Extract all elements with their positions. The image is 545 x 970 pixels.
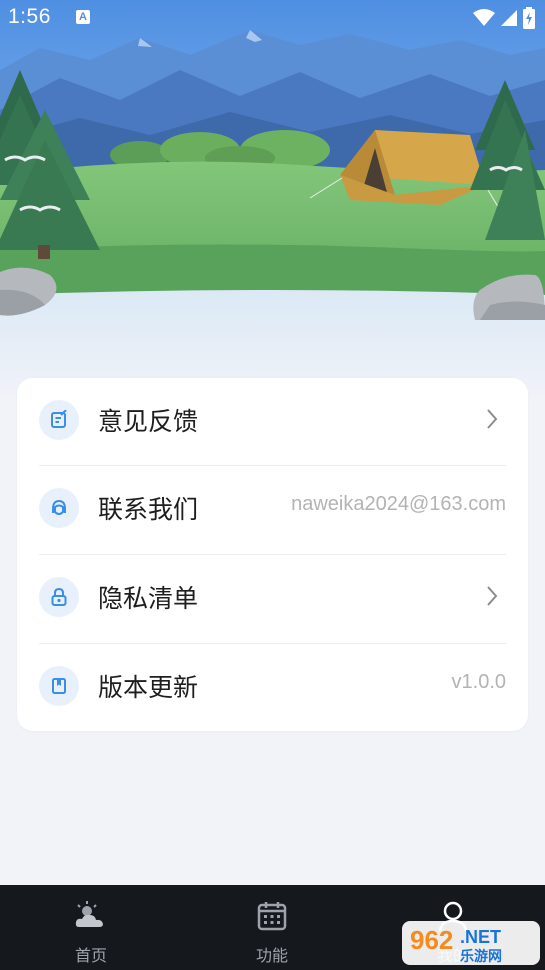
version-value: v1.0.0: [451, 671, 506, 693]
svg-text:962: 962: [410, 925, 453, 955]
nav-tab-functions[interactable]: 功能: [212, 885, 332, 970]
privacy-lock-icon: [39, 577, 79, 617]
settings-row-feedback[interactable]: 意见反馈: [17, 378, 528, 466]
battery-icon: [523, 7, 535, 29]
settings-row-label: 版本更新: [98, 673, 199, 702]
settings-row-label: 隐私清单: [98, 584, 199, 613]
status-bar: 1:56 A: [0, 0, 545, 36]
hero-landscape-illustration: [0, 0, 545, 400]
status-icons: [473, 7, 535, 29]
status-time: 1:56: [8, 5, 51, 28]
contact-email-value: naweika2024@163.com: [291, 493, 506, 515]
svg-text:.NET: .NET: [460, 927, 501, 947]
wifi-icon: [473, 9, 495, 26]
signal-icon: [501, 10, 517, 26]
settings-row-label: 意见反馈: [98, 407, 199, 436]
chevron-right-icon: [487, 586, 498, 606]
site-watermark-logo: 962 .NET 乐游网: [402, 921, 540, 965]
weather-cloud-sun-icon: [75, 901, 103, 927]
svg-text:乐游网: 乐游网: [460, 948, 502, 965]
settings-row-privacy[interactable]: 隐私清单: [17, 555, 528, 643]
nav-label-home: 首页: [74, 946, 107, 965]
settings-row-version[interactable]: 版本更新 v1.0.0: [17, 644, 528, 732]
version-bookmark-icon: [39, 666, 79, 706]
contact-headset-icon: [39, 488, 79, 528]
feedback-edit-icon: [39, 400, 79, 440]
settings-card: 意见反馈 联系我们 naweika2024@163.com 隐私清单 版本更新 …: [17, 378, 528, 731]
calendar-icon: [257, 902, 287, 931]
status-notification-badge: A: [76, 10, 90, 24]
nav-tab-home[interactable]: 首页: [31, 885, 151, 970]
chevron-right-icon: [487, 409, 498, 429]
nav-label-functions: 功能: [255, 946, 288, 965]
settings-row-label: 联系我们: [98, 495, 199, 524]
settings-row-contact[interactable]: 联系我们 naweika2024@163.com: [17, 466, 528, 554]
